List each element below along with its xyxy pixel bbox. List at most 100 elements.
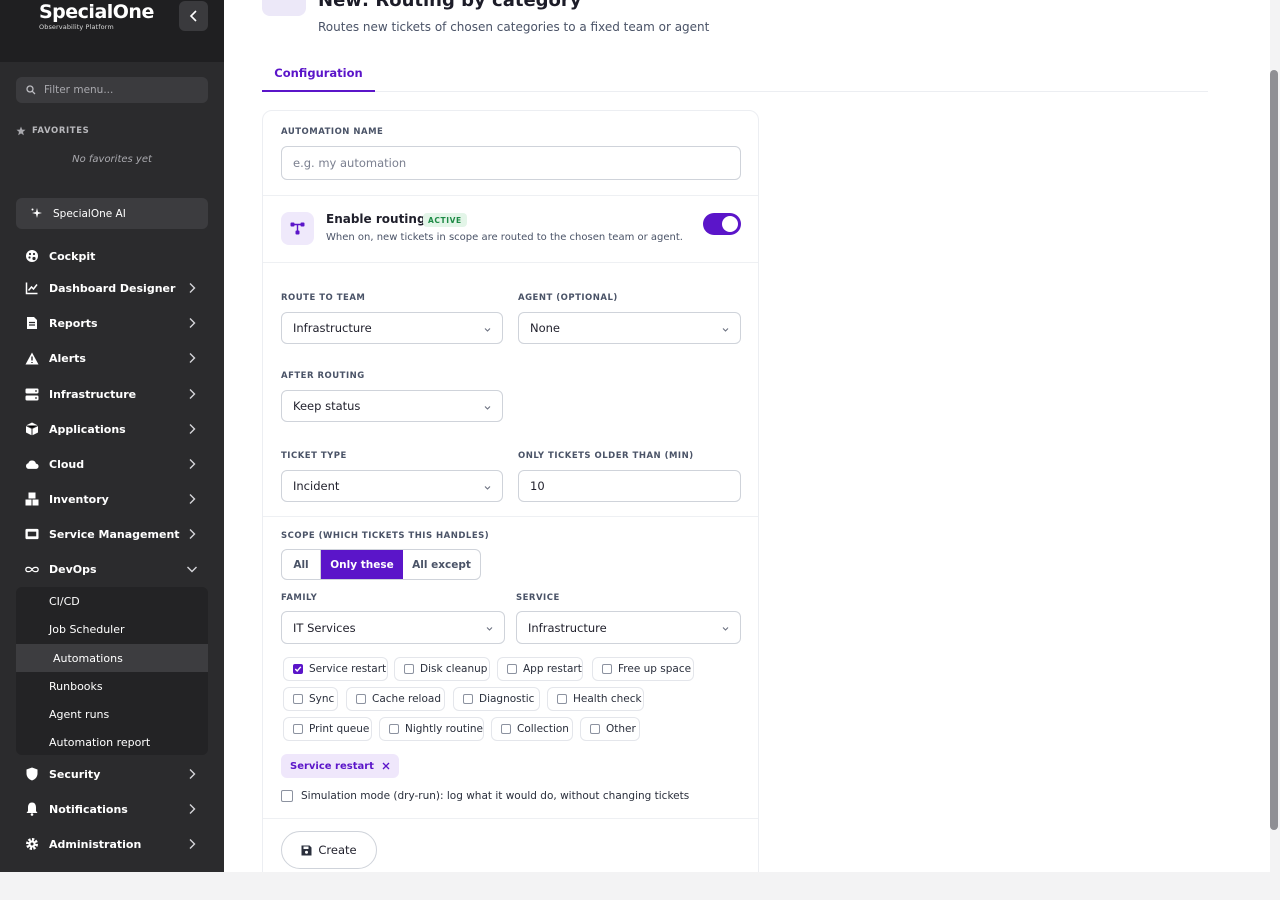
ai-assistant-button[interactable]: SpecialOne AI: [16, 198, 208, 229]
sidebar-subitem-runbooks[interactable]: Runbooks: [16, 672, 208, 700]
family-label: FAMILY: [281, 593, 318, 603]
sidebar-item-alerts[interactable]: Alerts: [0, 343, 224, 373]
chevron-right-icon: [189, 283, 196, 293]
boxes-icon: [25, 492, 39, 506]
document-icon: [25, 316, 39, 330]
after-routing-select[interactable]: Keep status: [281, 390, 503, 422]
sidebar-subitem-agent-runs[interactable]: Agent runs: [16, 700, 208, 728]
favorites-title: FAVORITES: [16, 126, 89, 136]
older-than-input[interactable]: 10: [518, 470, 741, 502]
checkbox: [590, 724, 600, 734]
chevron-down-icon: [484, 406, 491, 410]
brand-logo[interactable]: SpecialOne Observability Platform: [39, 1, 154, 31]
ticket-type-select[interactable]: Incident: [281, 470, 503, 502]
sidebar-item-label: Cloud: [49, 457, 85, 471]
filter-menu-input[interactable]: Filter menu...: [16, 77, 208, 103]
server-icon: [25, 387, 39, 401]
sparkle-icon: [31, 208, 42, 218]
checkbox: [507, 664, 517, 674]
agent-value: None: [530, 321, 561, 335]
sidebar-subitem-cicd[interactable]: CI/CD: [16, 587, 208, 615]
sidebar-item-devops[interactable]: DevOps: [0, 554, 224, 584]
sidebar-item-inventory[interactable]: Inventory: [0, 484, 224, 514]
sidebar-item-reports[interactable]: Reports: [0, 308, 224, 338]
dry-run-checkbox[interactable]: Simulation mode (dry-run): log what it w…: [281, 790, 689, 802]
category-label: Disk cleanup: [420, 663, 488, 675]
category-checkbox-collection[interactable]: Collection: [491, 717, 573, 741]
enable-routing-toggle[interactable]: [703, 213, 741, 235]
chevron-down-icon: [486, 627, 493, 631]
automation-name-label: AUTOMATION NAME: [281, 127, 384, 137]
divider: [263, 195, 758, 196]
brand-name: SpecialOne: [39, 1, 154, 23]
chevron-left-icon: [189, 10, 197, 22]
ticket-icon: [25, 527, 39, 541]
checkbox: [356, 694, 366, 704]
category-checkbox-sync[interactable]: Sync: [283, 687, 338, 711]
route-to-team-label: ROUTE TO TEAM: [281, 293, 366, 303]
route-to-team-select[interactable]: Infrastructure: [281, 312, 503, 344]
sidebar-item-infrastructure[interactable]: Infrastructure: [0, 379, 224, 409]
ai-assistant-label: SpecialOne AI: [53, 207, 126, 220]
create-button[interactable]: Create: [281, 831, 377, 869]
tab-bar: Configuration: [262, 56, 1208, 92]
category-checkbox-other[interactable]: Other: [580, 717, 640, 741]
service-select[interactable]: Infrastructure: [516, 611, 741, 644]
close-icon[interactable]: [382, 762, 390, 770]
scope-option-all-except[interactable]: All except: [403, 550, 480, 579]
category-checkbox-app-restart[interactable]: App restart: [497, 657, 583, 681]
collapse-sidebar-button[interactable]: [179, 1, 208, 31]
automation-name-input[interactable]: e.g. my automation: [281, 146, 741, 180]
page-scrollbar[interactable]: [1270, 70, 1278, 830]
routing-icon-box: [281, 212, 314, 245]
sidebar-item-label: Inventory: [49, 492, 109, 506]
sidebar-item-service-management[interactable]: Service Management: [0, 519, 224, 549]
category-checkbox-free-up-space[interactable]: Free up space: [592, 657, 694, 681]
sidebar-item-dashboard-designer[interactable]: Dashboard Designer: [0, 273, 224, 303]
devops-submenu: CI/CD Job Scheduler Automations Runbooks…: [16, 587, 208, 755]
sidebar-item-security[interactable]: Security: [0, 759, 224, 789]
category-checkbox-service-restart[interactable]: Service restart: [283, 657, 388, 681]
category-checkbox-nightly-routine[interactable]: Nightly routine: [379, 717, 484, 741]
category-checkbox-print-queue[interactable]: Print queue: [283, 717, 372, 741]
after-routing-label: AFTER ROUTING: [281, 371, 365, 381]
chevron-right-icon: [189, 804, 196, 814]
family-select[interactable]: IT Services: [281, 611, 505, 644]
category-checkbox-disk-cleanup[interactable]: Disk cleanup: [394, 657, 490, 681]
automation-name-placeholder: e.g. my automation: [293, 156, 407, 170]
chip-label: Service restart: [290, 760, 374, 772]
sidebar: SpecialOne Observability Platform Filter…: [0, 0, 224, 872]
scope-option-all[interactable]: All: [282, 550, 321, 579]
category-checkbox-diagnostic[interactable]: Diagnostic: [453, 687, 540, 711]
sidebar-item-administration[interactable]: Administration: [0, 829, 224, 859]
divider: [263, 818, 758, 819]
favorites-title-text: FAVORITES: [32, 126, 90, 136]
dry-run-label: Simulation mode (dry-run): log what it w…: [301, 790, 690, 802]
agent-select[interactable]: None: [518, 312, 741, 344]
filter-menu-placeholder: Filter menu...: [44, 84, 114, 96]
main-content: New: Routing by category Routes new tick…: [224, 0, 1270, 890]
category-label: App restart: [523, 663, 582, 675]
sidebar-subitem-automation-report[interactable]: Automation report: [16, 728, 208, 756]
status-badge: ACTIVE: [423, 213, 467, 227]
sidebar-item-applications[interactable]: Applications: [0, 414, 224, 444]
sidebar-item-cockpit[interactable]: Cockpit: [0, 241, 224, 271]
scope-option-only-these[interactable]: Only these: [321, 550, 403, 579]
category-checkbox-cache-reload[interactable]: Cache reload: [346, 687, 445, 711]
chevron-right-icon: [189, 769, 196, 779]
category-checkbox-health-check[interactable]: Health check: [547, 687, 644, 711]
save-icon: [301, 845, 312, 855]
tab-configuration[interactable]: Configuration: [262, 56, 375, 92]
sidebar-subitem-automations[interactable]: Automations: [16, 644, 208, 672]
sidebar-item-cloud[interactable]: Cloud: [0, 449, 224, 479]
sidebar-item-label: Alerts: [49, 351, 86, 365]
category-label: Diagnostic: [479, 693, 535, 705]
page-title: New: Routing by category: [318, 0, 582, 11]
category-label: Sync: [309, 693, 335, 705]
chevron-right-icon: [189, 353, 196, 363]
sidebar-item-notifications[interactable]: Notifications: [0, 794, 224, 824]
service-value: Infrastructure: [528, 620, 607, 635]
sidebar-subitem-job-scheduler[interactable]: Job Scheduler: [16, 615, 208, 643]
chevron-down-icon: [722, 328, 729, 332]
chart-line-icon: [25, 281, 39, 295]
